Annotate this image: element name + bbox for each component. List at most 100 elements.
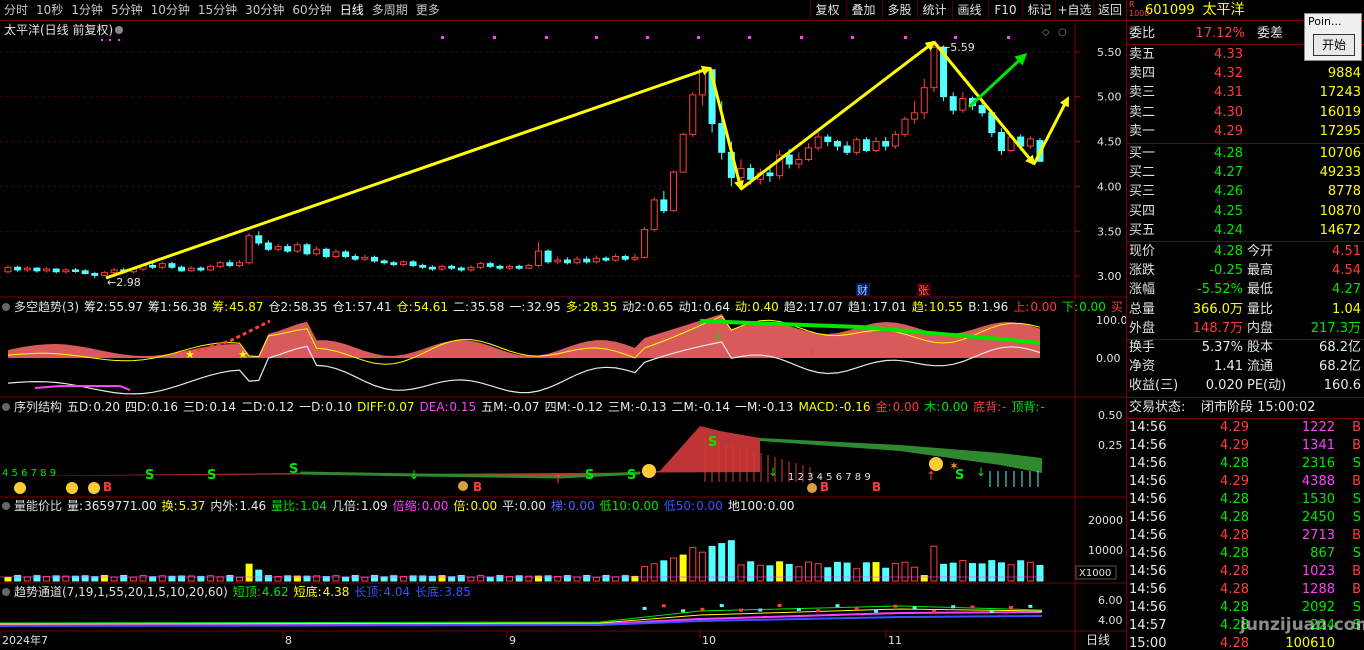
period-list: 分时 10秒 1分钟 5分钟 10分钟 15分钟 30分钟 60分钟 日线 多周期 更多	[0, 0, 444, 21]
indicator3-value: 3659771.00	[84, 499, 157, 513]
tick-row: 14:56 4.28 2450 S	[1127, 509, 1364, 527]
tick-row: 14:56 4.28 2713 B	[1127, 527, 1364, 545]
toolbar-button-2[interactable]: 多股	[882, 0, 916, 21]
quote-row: 现价 4.28 今开 4.51	[1127, 243, 1364, 261]
period-0[interactable]: 分时	[0, 0, 32, 21]
diamond-icon[interactable]: ◇	[1042, 27, 1050, 38]
period-4[interactable]: 10分钟	[147, 0, 194, 21]
indicator3-toggle-icon[interactable]	[2, 502, 10, 510]
volume-bar	[371, 575, 379, 582]
volume-bar	[1026, 561, 1034, 582]
indicator3-value: 0.00	[519, 499, 546, 513]
indicator1-value: 56.38	[173, 300, 207, 314]
tick-price: 4.28	[1220, 456, 1249, 471]
time-axis-label: 10	[702, 634, 716, 647]
quote-row: 总量 366.0万 量比 1.04	[1127, 301, 1364, 319]
toolbar-button-6[interactable]: 标记	[1022, 0, 1056, 21]
volume-bar	[978, 563, 986, 582]
volume-bar	[1017, 560, 1025, 582]
volume-bar	[718, 543, 726, 582]
indicator3-value-label: 地100:	[728, 499, 767, 513]
period-9[interactable]: 多周期	[368, 0, 412, 21]
indicator1-value: 54.61	[414, 300, 448, 314]
weibi-value: 17.12%	[1195, 26, 1245, 41]
volume-bar	[650, 563, 658, 582]
event-label-cai: 财	[857, 283, 868, 297]
sell-row: 卖四 4.32 9884	[1127, 65, 1364, 83]
indicator2-value: 0.20	[93, 400, 120, 414]
period-2[interactable]: 1分钟	[67, 0, 107, 21]
indicator4-value-label: 短顶:	[233, 585, 261, 599]
indicator2-header: 序列结构 五D:0.20 四D:0.16 三D:0.14 二D:0.12 一D:0.10 D…	[2, 399, 1045, 414]
chart-canvas[interactable]: 太平洋(日线 前复权) ◇ ○ 5.50 5.00 4.50 4.00 3.50 3.00…	[0, 21, 1128, 650]
indicator1-value-label: 仓2:	[269, 300, 293, 314]
indicator3-value-label: 梯:	[551, 499, 567, 513]
quote-label: 涨跌	[1129, 263, 1156, 279]
candle-body	[766, 172, 774, 177]
fundamental-value: 1.41	[1214, 359, 1243, 375]
period-10[interactable]: 更多	[412, 0, 444, 21]
period-1[interactable]: 10秒	[32, 0, 67, 21]
volume-bar	[23, 576, 31, 582]
chart-area[interactable]: 太平洋(日线 前复权) ◇ ○ 5.50 5.00 4.50 4.00 3.50 3.00…	[0, 21, 1128, 650]
indicator4-toggle-icon[interactable]	[2, 588, 10, 596]
indicator3-value: 0.00	[568, 499, 595, 513]
buy-label: 买一	[1129, 146, 1156, 161]
popup-start-button[interactable]: 开始	[1313, 34, 1355, 56]
arrow-up-long	[105, 65, 712, 280]
indicator2-toggle-icon[interactable]	[2, 403, 10, 411]
sell-label: 卖一	[1129, 123, 1156, 139]
tick-time: 14:56	[1129, 564, 1167, 579]
indicator1-value: 0.40	[752, 300, 779, 314]
period-5[interactable]: 15分钟	[194, 0, 241, 21]
volume-bar	[457, 575, 465, 582]
buy-row: 买一 4.28 10706	[1127, 145, 1364, 163]
circle-icon[interactable]: ○	[1058, 27, 1067, 38]
quote-row: 涨幅 -5.52% 最低 4.27	[1127, 281, 1364, 299]
indicator3-value-label: 量比:	[271, 499, 299, 513]
indicator1-value: 0.00	[1030, 300, 1057, 314]
volume-bar	[467, 576, 475, 582]
candle-body	[72, 269, 80, 272]
volume-bar	[862, 562, 870, 582]
divider	[1127, 241, 1364, 242]
sell-volume: 17243	[1319, 85, 1361, 101]
arrow-up-3	[1032, 96, 1070, 165]
indicator1-value-label: 仓1:	[333, 300, 357, 314]
period-8[interactable]: 日线	[336, 0, 368, 21]
candle-body	[477, 263, 485, 268]
indicator1-toggle-icon[interactable]	[2, 303, 10, 311]
candle-body	[997, 132, 1005, 152]
candle-body	[467, 266, 475, 271]
candle-body	[409, 261, 417, 266]
indicator3-header: 量能价比 量:3659771.00 换:5.37 内外:1.46 量比:1.04 几倍:1…	[2, 498, 794, 513]
period-7[interactable]: 60分钟	[288, 0, 335, 21]
tick-row: 14:56 4.28 867 S	[1127, 545, 1364, 563]
high-label: ←5.59	[941, 41, 975, 54]
title-dropdown-icon[interactable]	[115, 26, 123, 34]
candle-body	[592, 257, 600, 263]
tick-side: S	[1352, 510, 1361, 525]
tick-price: 4.29	[1220, 438, 1249, 453]
toolbar-button-0[interactable]: 复权	[810, 0, 844, 21]
toolbar-button-1[interactable]: 叠加	[846, 0, 880, 21]
volume-bar	[669, 557, 677, 582]
period-6[interactable]: 30分钟	[241, 0, 288, 21]
toolbar-button-4[interactable]: 画线	[952, 0, 986, 21]
toolbar-button-3[interactable]: 统计	[917, 0, 951, 21]
indicator3-value-label: 倍:	[453, 498, 469, 513]
candle-body	[679, 133, 687, 173]
ind4-mini-candle	[874, 609, 879, 613]
volume-bar	[968, 563, 976, 582]
toolbar-button-7[interactable]: +自选	[1055, 0, 1093, 21]
indicator2-value: 0.16	[151, 400, 178, 414]
candle-body	[371, 256, 379, 262]
toolbar-button-8[interactable]: 返回	[1093, 0, 1126, 21]
volume-bar	[756, 564, 764, 582]
period-3[interactable]: 5分钟	[107, 0, 147, 21]
toolbar-button-5[interactable]: F10	[988, 0, 1022, 21]
quote-value: 4.51	[1332, 244, 1361, 259]
volume-bar	[660, 560, 668, 582]
ind4-mini-candle	[719, 604, 724, 608]
tick-price: 4.28	[1220, 510, 1249, 525]
